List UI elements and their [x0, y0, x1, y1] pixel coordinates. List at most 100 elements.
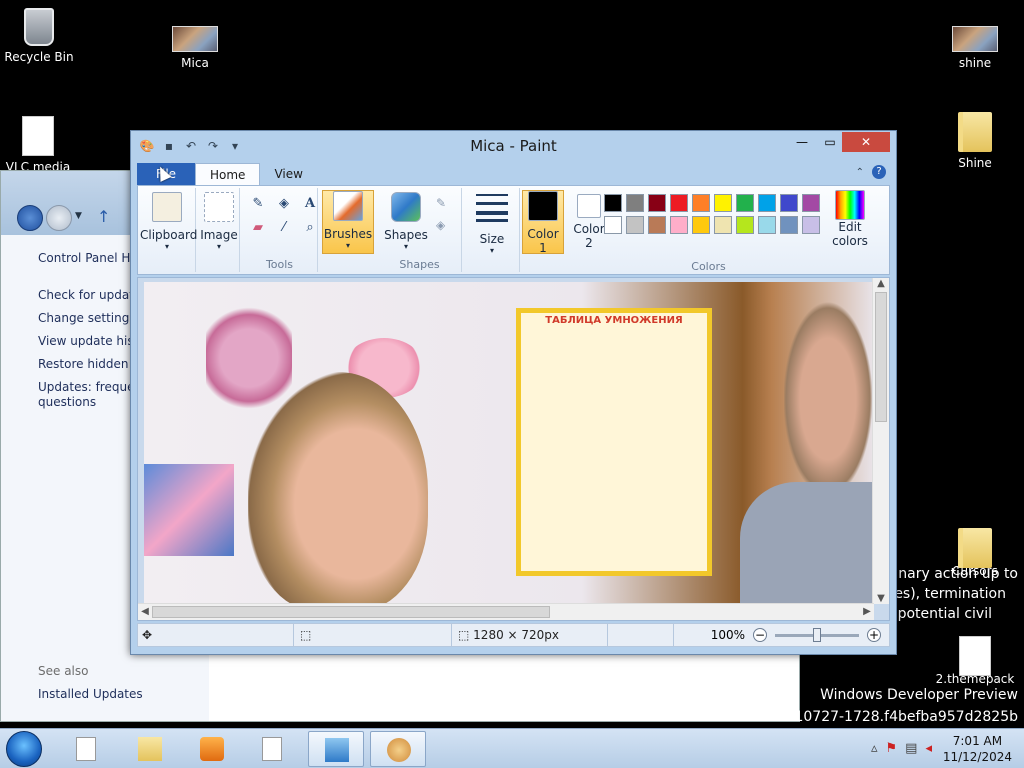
scroll-right-icon[interactable]: ▶ [860, 606, 874, 617]
palette-swatch[interactable] [626, 194, 644, 212]
palette-swatch[interactable] [670, 194, 688, 212]
size-button[interactable]: Size ▾ [466, 192, 518, 255]
image-file-icon [952, 26, 998, 52]
canvas-image[interactable]: ТАБЛИЦА УМНОЖЕНИЯ [144, 282, 874, 604]
palette-swatch[interactable] [758, 194, 776, 212]
clipboard-icon [152, 192, 182, 222]
vertical-scrollbar[interactable]: ▲ ▼ [872, 278, 889, 604]
show-hidden-icons-icon[interactable]: ▵ [871, 741, 878, 756]
taskbar-item-document[interactable] [60, 731, 116, 767]
palette-swatch[interactable] [692, 194, 710, 212]
palette-swatch[interactable] [648, 216, 666, 234]
close-button[interactable]: ✕ [842, 132, 890, 152]
shapes-label: Shapes [384, 228, 428, 242]
recent-pages-icon[interactable]: ▼ [75, 211, 82, 221]
taskbar-item-explorer[interactable] [122, 731, 178, 767]
action-center-icon[interactable]: ⚑ [886, 741, 898, 756]
document-icon [262, 737, 282, 761]
updates-faq-link-line2[interactable]: questions [38, 395, 96, 409]
scroll-left-icon[interactable]: ◀ [138, 606, 152, 617]
palette-swatch[interactable] [604, 216, 622, 234]
installed-updates-link[interactable]: Installed Updates [38, 687, 143, 701]
taskbar-item-control-panel[interactable] [308, 731, 364, 767]
clipboard-button[interactable]: Clipboard ▾ [140, 192, 197, 251]
palette-swatch[interactable] [670, 216, 688, 234]
desktop-icon-shine-image[interactable]: shine [935, 18, 1015, 70]
up-arrow-icon[interactable]: ↑ [97, 207, 110, 226]
change-settings-link[interactable]: Change settings [38, 311, 136, 325]
zoom-slider-knob[interactable] [813, 627, 821, 642]
desktop-icon-label: Recycle Bin [4, 50, 74, 64]
folder-icon [138, 737, 162, 761]
help-icon[interactable]: ? [872, 165, 886, 179]
text-icon[interactable]: A [300, 194, 320, 214]
desktop-icon-recycle-bin[interactable]: Recycle Bin [0, 8, 79, 64]
desktop-icon-themepack[interactable]: 2.themepack [935, 636, 1015, 686]
image-button[interactable]: Image ▾ [198, 192, 240, 251]
paint-window[interactable]: 🎨 ▪ ↶ ↷ ▾ Mica - Paint — ▭ ✕ File Home V… [130, 130, 897, 655]
taskbar-item-document2[interactable] [246, 731, 302, 767]
desktop-icon-vlc[interactable]: VLC media [0, 116, 78, 174]
vertical-scroll-thumb[interactable] [875, 292, 887, 422]
canvas-area[interactable]: ТАБЛИЦА УМНОЖЕНИЯ ▲ ▼ ◀ ▶ [137, 277, 890, 621]
system-tray: ▵ ⚑ ▤ ◂ [871, 741, 932, 756]
zoom-slider[interactable] [775, 627, 859, 642]
palette-swatch[interactable] [780, 216, 798, 234]
tab-home[interactable]: Home [195, 163, 261, 185]
poster-title: ТАБЛИЦА УМНОЖЕНИЯ [545, 315, 683, 326]
palette-swatch[interactable] [648, 194, 666, 212]
volume-icon[interactable]: ◂ [925, 741, 932, 756]
selection-size: ⬚ [296, 624, 452, 646]
background-text-line: ees), termination [885, 586, 1006, 602]
color-picker-icon[interactable]: ⁄ [274, 218, 294, 238]
zoom-level: 100% [710, 628, 745, 642]
palette-swatch[interactable] [736, 194, 754, 212]
horizontal-scroll-thumb[interactable] [152, 606, 550, 618]
shapes-button[interactable]: Shapes ▾ [380, 192, 432, 251]
network-icon[interactable]: ▤ [905, 741, 917, 756]
fill-icon[interactable]: ◈ [274, 194, 294, 214]
zoom-out-icon[interactable]: − [753, 628, 767, 642]
fill-shape-icon[interactable]: ◈ [436, 218, 445, 232]
brushes-label: Brushes [323, 227, 373, 241]
palette-swatch[interactable] [714, 194, 732, 212]
palette-swatch[interactable] [604, 194, 622, 212]
palette-swatch[interactable] [714, 216, 732, 234]
palette-swatch[interactable] [626, 216, 644, 234]
start-button[interactable] [6, 731, 42, 767]
desktop-icon-mica[interactable]: Mica [155, 18, 235, 70]
scroll-down-icon[interactable]: ▼ [874, 593, 888, 604]
palette-swatch[interactable] [802, 216, 820, 234]
minimize-ribbon-icon[interactable]: ⌃ [856, 167, 864, 178]
palette-swatch[interactable] [758, 216, 776, 234]
watermark-line1: Windows Developer Preview [820, 687, 1018, 703]
dimensions-text: 1280 × 720px [473, 628, 560, 642]
maximize-button[interactable]: ▭ [816, 132, 844, 152]
taskbar-item-media[interactable] [184, 731, 240, 767]
taskbar-item-paint[interactable] [370, 731, 426, 767]
selection-icon: ⬚ [300, 628, 312, 642]
edit-colors-button[interactable]: Edit colors [822, 190, 878, 248]
palette-swatch[interactable] [780, 194, 798, 212]
color1-button[interactable]: Color 1 [522, 190, 564, 255]
watermark-line2: .110727-1728.f4befba957d2825b [781, 709, 1018, 725]
back-button[interactable] [17, 205, 43, 231]
outline-icon[interactable]: ✎ [436, 196, 446, 210]
palette-swatch[interactable] [692, 216, 710, 234]
magnifier-icon[interactable]: ⌕ [300, 218, 320, 238]
file-icon [22, 116, 54, 156]
minimize-button[interactable]: — [788, 132, 816, 152]
document-icon [76, 737, 96, 761]
scroll-up-icon[interactable]: ▲ [874, 278, 888, 289]
pencil-icon[interactable]: ✎ [248, 194, 268, 214]
brushes-button[interactable]: Brushes ▾ [322, 190, 374, 254]
tab-view[interactable]: View [260, 163, 316, 185]
eraser-icon[interactable]: ▰ [248, 218, 268, 238]
desktop-icon-shine-folder[interactable]: Shine [935, 112, 1015, 170]
zoom-in-icon[interactable]: + [867, 628, 881, 642]
clock[interactable]: 7:01 AM 11/12/2024 [943, 733, 1012, 765]
palette-swatch[interactable] [802, 194, 820, 212]
horizontal-scrollbar[interactable]: ◀ ▶ [138, 603, 874, 620]
forward-button[interactable] [46, 205, 72, 231]
palette-swatch[interactable] [736, 216, 754, 234]
